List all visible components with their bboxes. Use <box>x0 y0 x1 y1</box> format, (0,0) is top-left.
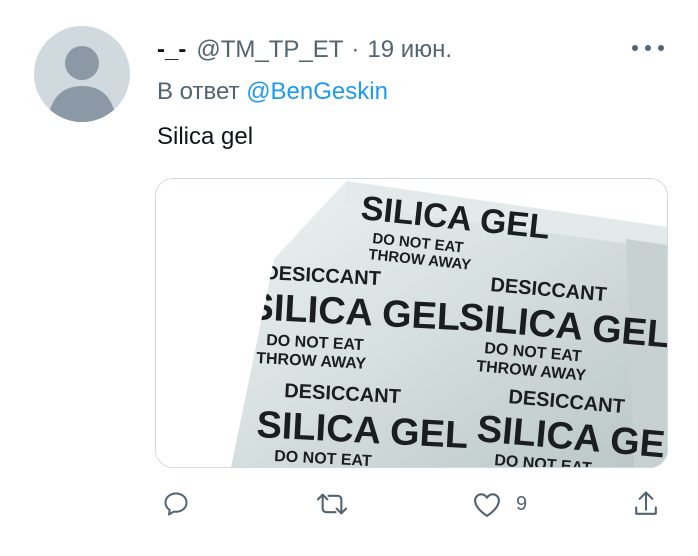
reply-prefix: В ответ <box>157 78 240 105</box>
avatar[interactable] <box>34 26 130 122</box>
share-button[interactable] <box>632 484 660 524</box>
display-name[interactable]: -_- <box>157 36 186 64</box>
tweet-timestamp[interactable]: 19 июн. <box>367 36 452 64</box>
retweet-button[interactable] <box>314 484 350 524</box>
share-icon <box>635 491 657 515</box>
tweet-photo[interactable]: SILICA GEL DO NOT EAT THROW AWAY DESICCA… <box>155 178 668 468</box>
reply-button[interactable] <box>162 484 190 524</box>
tweet-actions: 9 <box>0 484 698 524</box>
reply-icon <box>164 492 188 516</box>
tweet-header: -_- @TM_TP_ET · 19 июн. <box>157 34 452 66</box>
more-options-button[interactable] <box>628 36 668 60</box>
reply-context: В ответ @BenGeskin <box>157 78 388 106</box>
reply-mention-link[interactable]: @BenGeskin <box>246 78 388 105</box>
more-dots-icon <box>632 45 664 51</box>
tweet-text: Silica gel <box>157 123 254 150</box>
default-avatar-icon <box>48 46 116 122</box>
retweet-icon <box>316 493 348 515</box>
silica-gel-packet-image: SILICA GEL DO NOT EAT THROW AWAY DESICCA… <box>156 179 667 467</box>
user-handle[interactable]: @TM_TP_ET <box>196 36 343 64</box>
separator-dot: · <box>351 36 360 63</box>
like-count: 9 <box>516 492 528 515</box>
like-button[interactable]: 9 <box>472 484 527 524</box>
heart-icon <box>474 493 500 517</box>
